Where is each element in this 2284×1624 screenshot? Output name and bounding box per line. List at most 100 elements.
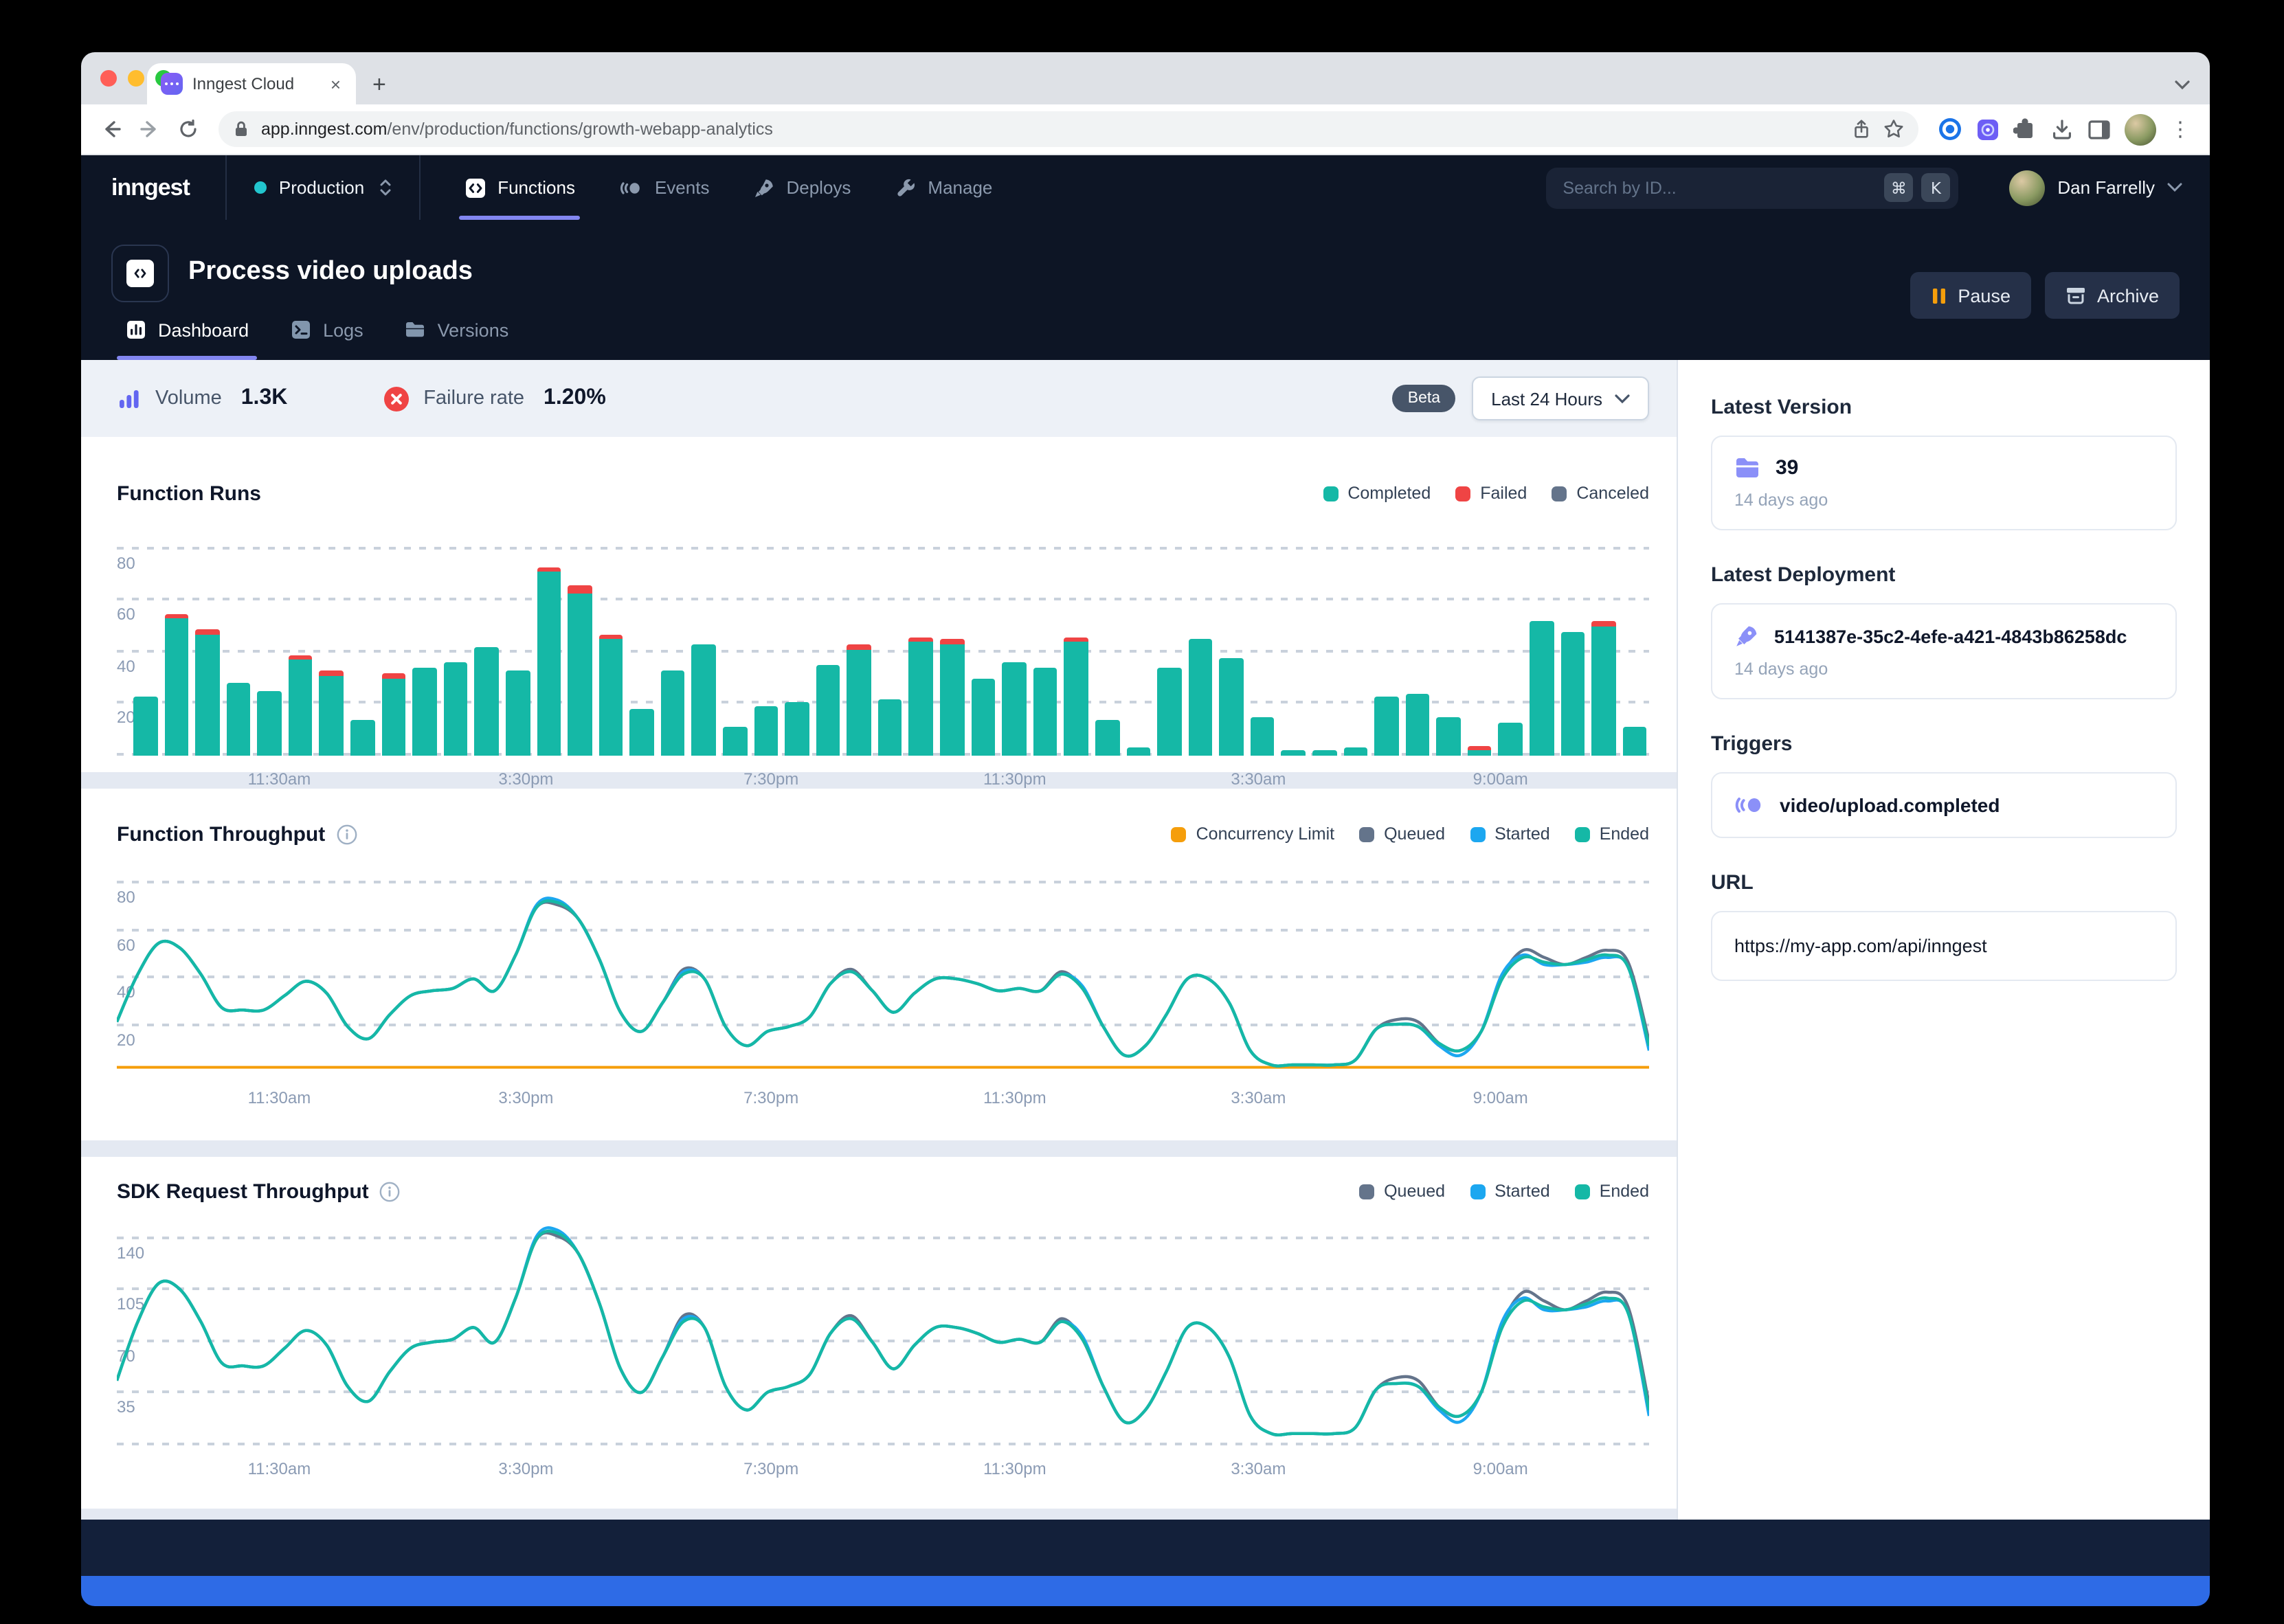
extensions-puzzle-icon[interactable] [2013, 117, 2037, 141]
info-icon[interactable] [336, 824, 357, 844]
url-value: https://my-app.com/api/inngest [1734, 932, 2153, 960]
user-menu[interactable]: Dan Farrelly [1984, 170, 2210, 205]
reload-icon[interactable] [172, 113, 205, 146]
details-sidebar: Latest Version 39 14 days ago Latest Dep… [1677, 360, 2210, 1520]
address-bar[interactable]: app.inngest.com/env/production/functions… [219, 111, 1918, 147]
function-runs-title: Function Runs [117, 482, 261, 505]
downloads-icon[interactable] [2050, 117, 2074, 141]
sdk-throughput-title: SDK Request Throughput [117, 1180, 401, 1203]
tab-close-icon[interactable]: × [326, 74, 345, 94]
completed-segment [506, 670, 530, 756]
completed-segment [847, 650, 871, 756]
run-bar [412, 539, 436, 756]
completed-segment [350, 719, 374, 756]
side-panel-icon[interactable] [2087, 117, 2111, 141]
tab-search-chevron-icon[interactable] [2174, 80, 2191, 91]
search-field[interactable] [1563, 178, 1876, 197]
share-icon[interactable] [1851, 118, 1872, 140]
browser-tab[interactable]: Inngest Cloud × [147, 63, 356, 104]
browser-window: Inngest Cloud × + app.inngest.com/env/pr… [81, 52, 2210, 1606]
folder-icon [1734, 456, 1760, 480]
browser-toolbar: app.inngest.com/env/production/functions… [81, 104, 2210, 155]
inngest-logo[interactable]: inngest [81, 155, 225, 220]
archive-button[interactable]: Archive [2045, 272, 2180, 319]
completed-segment [568, 593, 592, 756]
environment-switcher[interactable]: Production [227, 155, 419, 220]
completed-segment [1281, 751, 1306, 756]
back-icon[interactable] [95, 113, 128, 146]
run-bar [1095, 539, 1119, 756]
browser-menu-icon[interactable]: ⋮ [2170, 117, 2191, 142]
legend-item: Ended [1575, 824, 1649, 844]
x-axis-label: 7:30pm [743, 1459, 798, 1478]
tab-logs[interactable]: Logs [276, 319, 377, 360]
failure-label: Failure rate [423, 387, 524, 409]
pause-button[interactable]: Pause [1910, 272, 2031, 319]
nav-item-deploys[interactable]: Deploys [734, 155, 870, 220]
run-bar [320, 539, 344, 756]
sdk-throughput-chart: 3570105140 [117, 1221, 1649, 1445]
info-icon[interactable] [380, 1181, 401, 1202]
nav-item-functions[interactable]: Functions [445, 155, 594, 220]
purple-extension-icon[interactable] [1976, 117, 2000, 141]
x-axis-label: 11:30am [248, 1088, 311, 1107]
function-throughput-legend: Concurrency LimitQueuedStartedEnded [1172, 824, 1649, 844]
run-bar [754, 539, 778, 756]
y-axis-tick: 80 [117, 553, 135, 572]
time-range-dropdown[interactable]: Last 24 Hours [1472, 376, 1649, 420]
run-bar [1468, 539, 1492, 756]
legend-swatch [1323, 486, 1338, 501]
triggers-heading: Triggers [1711, 732, 2177, 756]
onepassword-extension-icon[interactable] [1938, 117, 1962, 142]
run-bar [661, 539, 685, 756]
tab-title: Inngest Cloud [192, 74, 317, 93]
series-queued [117, 902, 1649, 1065]
search-input[interactable]: ⌘ K [1546, 167, 1958, 208]
cmd-key-badge: ⌘ [1884, 173, 1913, 202]
failure-x-icon [383, 385, 410, 411]
page-tabs: Dashboard Logs Versions [111, 319, 522, 360]
browser-profile-avatar[interactable] [2125, 113, 2156, 145]
failed-segment [195, 629, 219, 635]
completed-segment [1064, 642, 1088, 756]
run-bar [1405, 539, 1429, 756]
event-trigger-icon [1734, 793, 1765, 817]
latest-version-card: 39 14 days ago [1711, 436, 2177, 530]
legend-label: Ended [1600, 824, 1649, 844]
lock-icon [232, 120, 250, 139]
completed-segment [661, 670, 685, 756]
page-bottom-blue-strip [81, 1576, 2210, 1606]
page-title: Process video uploads [188, 257, 473, 287]
completed-segment [1499, 722, 1523, 756]
x-axis-label: 3:30pm [498, 1088, 553, 1107]
browser-tab-strip: Inngest Cloud × + [81, 52, 2210, 104]
x-axis-label: 11:30am [248, 1459, 311, 1478]
url-card: https://my-app.com/api/inngest [1711, 911, 2177, 981]
nav-item-manage[interactable]: Manage [875, 155, 1011, 220]
legend-label: Queued [1384, 824, 1445, 844]
legend-label: Canceled [1576, 484, 1649, 503]
x-axis-label: 11:30pm [983, 1088, 1046, 1107]
new-tab-button[interactable]: + [372, 73, 386, 96]
run-bar [258, 539, 282, 756]
completed-segment [723, 728, 747, 756]
completed-segment [940, 644, 964, 756]
latest-deployment-value: 5141387e-35c2-4efe-a421-4843b86258dc [1774, 626, 2127, 646]
sdk-throughput-legend: QueuedStartedEnded [1359, 1182, 1649, 1201]
url-text: app.inngest.com/env/production/functions… [261, 120, 1840, 139]
sdk-throughput-x-axis: 11:30am3:30pm7:30pm11:30pm3:30am9:00am [117, 1451, 1649, 1484]
failed-segment [598, 634, 623, 640]
bookmark-star-icon[interactable] [1883, 118, 1905, 140]
tab-versions[interactable]: Versions [391, 319, 523, 360]
run-bar [164, 539, 188, 756]
volume-label: Volume [155, 387, 222, 409]
forward-icon[interactable] [133, 113, 166, 146]
rocket-icon [753, 177, 775, 199]
completed-segment [1530, 621, 1554, 756]
close-window-button[interactable] [100, 70, 117, 87]
minimize-window-button[interactable] [128, 70, 144, 87]
nav-item-events[interactable]: Events [600, 155, 729, 220]
tab-dashboard[interactable]: Dashboard [111, 319, 262, 360]
function-runs-chart: 20406080 [117, 539, 1649, 756]
legend-swatch [1575, 826, 1590, 842]
